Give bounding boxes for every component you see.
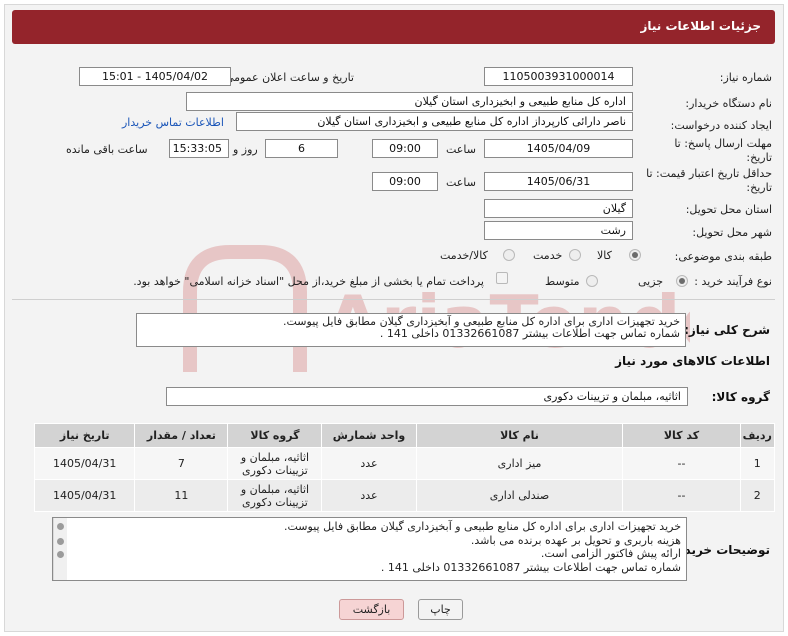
- divider: [12, 299, 775, 300]
- days-label: روز و: [233, 143, 258, 156]
- cell-date: 1405/04/31: [33, 479, 136, 512]
- print-button[interactable]: چاپ: [418, 599, 463, 620]
- cell-qty: 11: [134, 479, 229, 512]
- validity-date-field: 1405/06/31: [484, 172, 633, 191]
- back-button[interactable]: بازگشت: [339, 599, 404, 620]
- col-row: ردیف: [739, 423, 776, 448]
- deadline-time-field: 09:00: [372, 139, 438, 158]
- deadline-time-label: ساعت: [446, 143, 476, 156]
- buyer-notes-line-4: شماره تماس جهت اطلاعات بیشتر 01332661087…: [380, 560, 681, 574]
- scroll-down-icon[interactable]: [57, 551, 64, 558]
- cell-group: اثاثیه، مبلمان و تزیینات دکوری: [227, 479, 323, 512]
- cell-unit: عدد: [321, 447, 417, 480]
- deadline-label: مهلت ارسال پاسخ: تا تاریخ:: [674, 137, 772, 164]
- purchase-radio-minor[interactable]: [676, 275, 688, 287]
- category-label: طبقه بندی موضوعی:: [674, 250, 772, 263]
- city-field: رشت: [484, 221, 633, 240]
- purchase-option-medium: متوسط: [545, 275, 580, 288]
- goods-group-field: اثاثیه، مبلمان و تزیینات دکوری: [166, 387, 688, 406]
- creator-field: ناصر دارائی کارپرداز اداره کل منابع طبیع…: [236, 112, 633, 131]
- goods-table: ردیف کد کالا نام کالا واحد شمارش گروه کا…: [33, 423, 776, 512]
- col-qty: تعداد / مقدار: [134, 423, 229, 448]
- validity-label: حداقل تاریخ اعتبار قیمت: تا تاریخ:: [646, 167, 772, 194]
- cell-name: صندلی اداری: [415, 479, 624, 512]
- purchase-radio-medium[interactable]: [586, 275, 598, 287]
- col-group: گروه کالا: [227, 423, 323, 448]
- cell-name: میز اداری: [415, 447, 624, 480]
- category-option-service: خدمت: [533, 249, 563, 262]
- goods-group-label: گروه کالا:: [711, 390, 770, 404]
- table-row: 2 -- صندلی اداری عدد اثاثیه، مبلمان و تز…: [33, 479, 776, 512]
- need-number-label: شماره نیاز:: [719, 71, 772, 84]
- validity-time-label: ساعت: [446, 176, 476, 189]
- deadline-date-field: 1405/04/09: [484, 139, 633, 158]
- col-unit: واحد شمارش: [321, 423, 417, 448]
- validity-time-field: 09:00: [372, 172, 438, 191]
- announce-field: 1405/04/02 - 15:01: [79, 67, 231, 86]
- purchase-option-minor: جزیی: [638, 275, 664, 288]
- purchase-type-label: نوع فرآیند خرید :: [694, 275, 772, 288]
- buyer-notes-line-3: ارائه پیش فاکتور الزامی است.: [540, 547, 681, 560]
- province-label: استان محل تحویل:: [685, 203, 772, 216]
- category-radio-goods[interactable]: [629, 249, 641, 261]
- announce-label: تاریخ و ساعت اعلان عمومی:: [221, 71, 354, 84]
- category-option-goods: کالا: [597, 249, 612, 262]
- cell-group: اثاثیه، مبلمان و تزیینات دکوری: [227, 447, 323, 480]
- cell-row: 1: [739, 447, 776, 480]
- cell-code: --: [622, 479, 741, 512]
- cell-unit: عدد: [321, 479, 417, 512]
- col-name: نام کالا: [415, 423, 624, 448]
- treasury-note: پرداخت تمام یا بخشی از مبلغ خرید،از محل …: [133, 275, 484, 288]
- goods-section-title: اطلاعات کالاهای مورد نیاز: [615, 354, 770, 368]
- province-field: گیلان: [484, 199, 633, 218]
- days-remaining-field: 6: [265, 139, 338, 158]
- cell-row: 2: [739, 479, 776, 512]
- description-label: شرح کلی نیاز:: [684, 323, 770, 337]
- city-label: شهر محل تحویل:: [692, 226, 772, 239]
- creator-label: ایجاد کننده درخواست:: [670, 119, 772, 132]
- category-radio-service[interactable]: [569, 249, 581, 261]
- table-row: 1 -- میز اداری عدد اثاثیه، مبلمان و تزیی…: [33, 447, 776, 480]
- cell-code: --: [622, 447, 741, 480]
- page-title: جزئیات اطلاعات نیاز: [640, 19, 761, 33]
- buyer-notes-textarea[interactable]: خرید تجهیزات اداری برای اداره کل منابع ط…: [52, 517, 687, 581]
- scroll-thumb-icon[interactable]: [57, 538, 64, 545]
- description-line-2: شماره تماس جهت اطلاعات بیشتر 01332661087…: [379, 327, 680, 340]
- scroll-up-icon[interactable]: [57, 523, 64, 530]
- description-textarea[interactable]: خرید تجهیزات اداری برای اداره کل منابع ط…: [136, 313, 686, 347]
- time-remaining-label: ساعت باقی مانده: [66, 143, 148, 156]
- treasury-checkbox[interactable]: [496, 272, 508, 284]
- buyer-contact-link[interactable]: اطلاعات تماس خریدار: [122, 116, 224, 129]
- cell-qty: 7: [134, 447, 229, 480]
- buyer-org-label: نام دستگاه خریدار:: [685, 97, 772, 110]
- col-date: تاریخ نیاز: [33, 423, 136, 448]
- category-option-goods-service: کالا/خدمت: [440, 249, 488, 262]
- buyer-notes-line-2: هزینه باربری و تحویل بر عهده برنده می با…: [470, 533, 681, 547]
- cell-date: 1405/04/31: [33, 447, 136, 480]
- time-remaining-field: 15:33:05: [169, 139, 229, 158]
- col-code: کد کالا: [622, 423, 741, 448]
- need-number-field: 1105003931000014: [484, 67, 633, 86]
- buyer-org-field: اداره کل منابع طبیعی و ابخیزداری استان گ…: [186, 92, 633, 111]
- goods-table-header: ردیف کد کالا نام کالا واحد شمارش گروه کا…: [33, 423, 776, 448]
- page-title-bar: جزئیات اطلاعات نیاز: [12, 10, 775, 44]
- category-radio-goods-service[interactable]: [503, 249, 515, 261]
- buyer-notes-line-1: خرید تجهیزات اداری برای اداره کل منابع ط…: [284, 520, 681, 533]
